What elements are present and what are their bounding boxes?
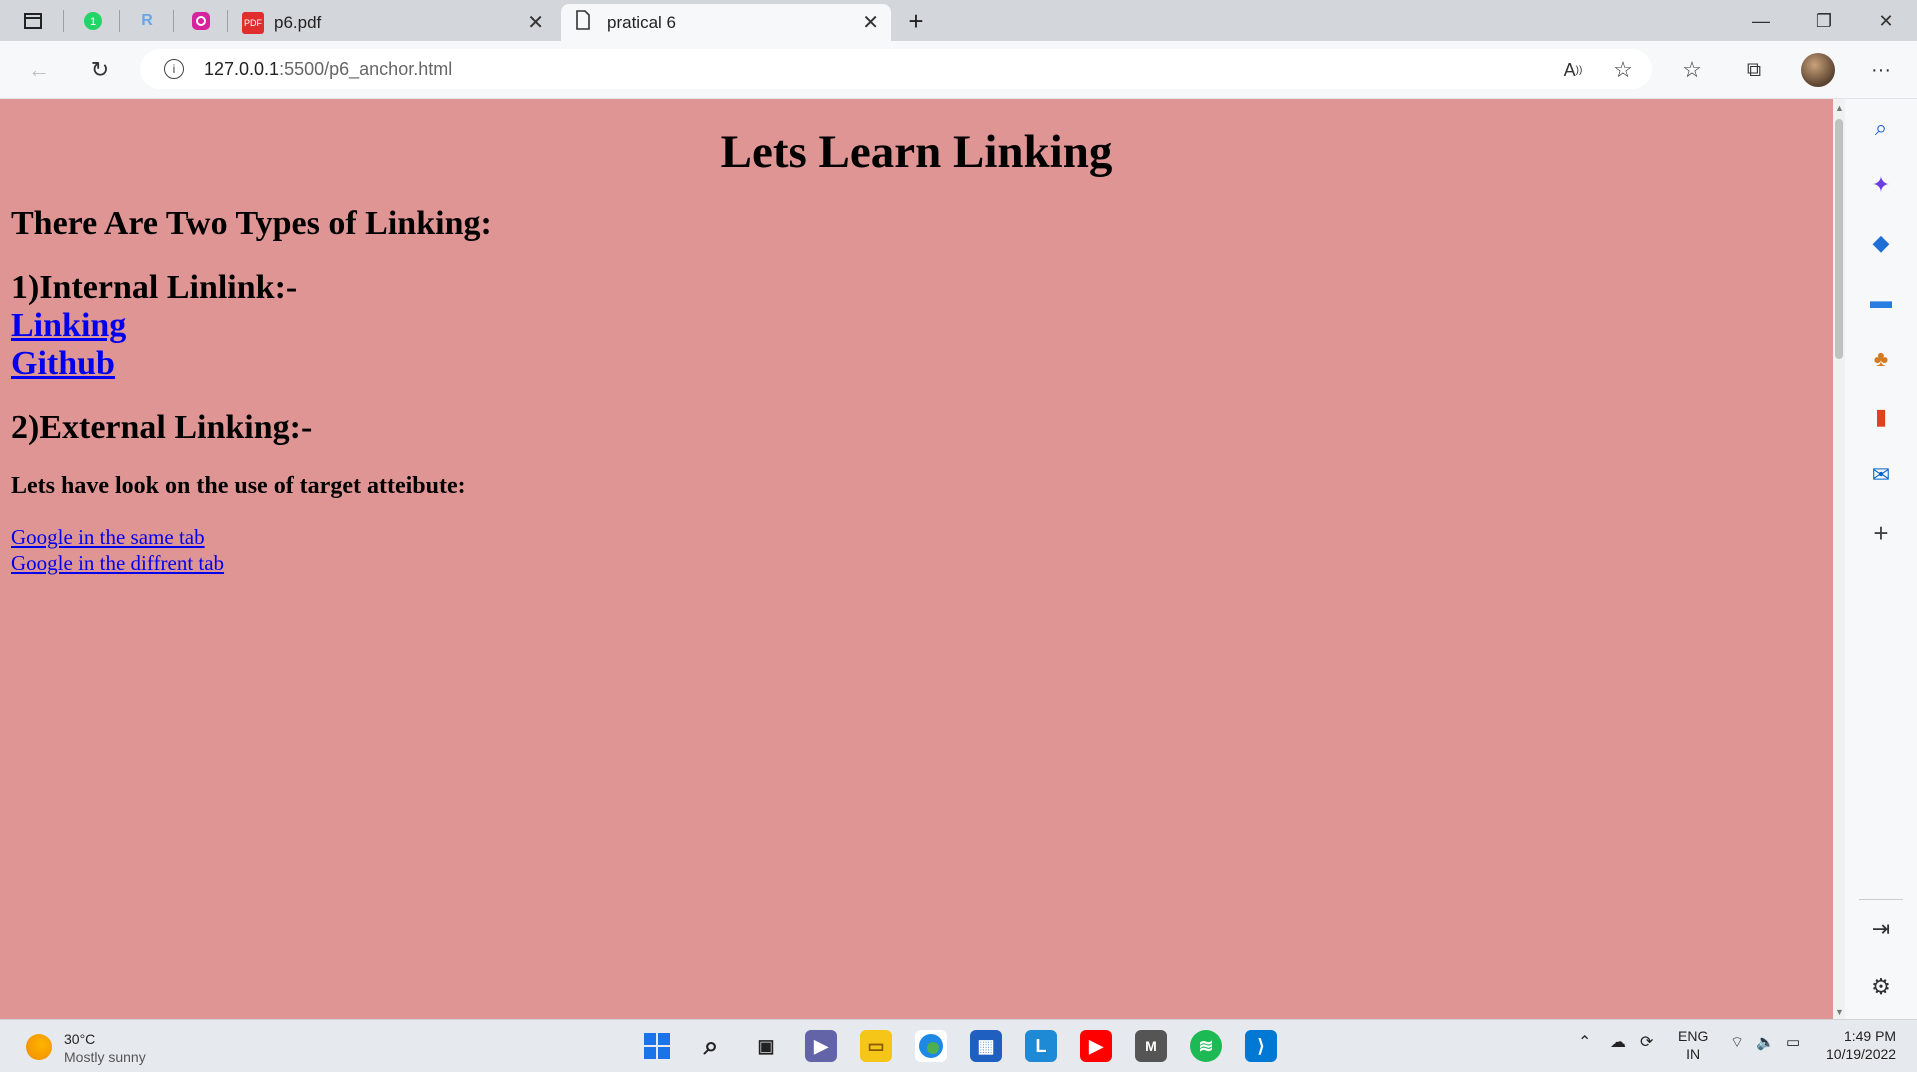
l-app-icon[interactable]: L	[1025, 1030, 1057, 1062]
edge-sidebar: ⌕ ✦ ◆ ▬ ♣ ▮ ✉ + ⇥ ⚙	[1845, 99, 1917, 1019]
edge-icon[interactable]	[915, 1030, 947, 1062]
task-view-icon[interactable]: ▣	[750, 1030, 782, 1062]
lang-line1: ENG	[1678, 1028, 1709, 1044]
sidebar-divider	[1859, 899, 1903, 900]
pinned-tab-whatsapp-icon[interactable]: 1	[80, 8, 106, 34]
search-icon[interactable]: ⌕	[1865, 112, 1897, 144]
restore-icon[interactable]: ❐	[1800, 6, 1848, 36]
taskbar: 30°C Mostly sunny ⌕ ▣ ▶ ▭ ▦ L ▶ M ≋ ⟩ ⌃ …	[0, 1019, 1917, 1072]
external-linking-heading: 2)External Linking:-	[11, 409, 313, 446]
vertical-scrollbar[interactable]: ▲ ▼	[1833, 99, 1845, 1019]
onedrive-icon[interactable]: ☁	[1610, 1034, 1626, 1052]
tools-icon[interactable]: ▬	[1865, 285, 1897, 317]
tab-label: p6.pdf	[274, 12, 322, 32]
copilot-icon[interactable]: ✦	[1865, 169, 1897, 201]
add-favorite-icon[interactable]: ☆	[1606, 53, 1640, 87]
weather-temp: 30°C	[64, 1031, 96, 1047]
read-aloud-icon[interactable]: A))	[1556, 53, 1590, 87]
scroll-down-icon[interactable]: ▼	[1835, 1007, 1844, 1017]
outlook-icon[interactable]: ✉	[1865, 459, 1897, 491]
m-app-icon[interactable]: M	[1135, 1030, 1167, 1062]
svg-text:1: 1	[90, 16, 96, 28]
youtube-icon[interactable]: ▶	[1080, 1030, 1112, 1062]
pdf-icon: PDF	[242, 11, 264, 34]
tab-separator	[63, 10, 64, 32]
battery-icon[interactable]: ▭	[1786, 1034, 1800, 1052]
clock[interactable]: 1:49 PM 10/19/2022	[1826, 1027, 1896, 1063]
teams-icon[interactable]: ▶	[805, 1030, 837, 1062]
close-tab-icon[interactable]: ✕	[862, 10, 879, 35]
target-attribute-heading: Lets have look on the use of target atte…	[11, 473, 466, 499]
store-icon[interactable]: ▦	[970, 1030, 1002, 1062]
link-github[interactable]: Github	[11, 345, 1822, 383]
page-title: Lets Learn Linking	[720, 126, 1113, 178]
tab-separator	[227, 10, 228, 32]
minimize-icon[interactable]: —	[1737, 6, 1785, 36]
more-menu-icon[interactable]: ···	[1864, 53, 1898, 87]
close-window-icon[interactable]: ✕	[1862, 6, 1910, 36]
add-sidebar-app-icon[interactable]: +	[1865, 517, 1897, 549]
pinned-tab-instagram-icon[interactable]	[188, 8, 214, 34]
sync-icon[interactable]: ⟳	[1640, 1034, 1653, 1052]
page-viewport: Lets Learn Linking There Are Two Types o…	[0, 99, 1833, 1019]
tab-strip: 1 R PDF p6.pdf ✕ pratical 6 ✕ + — ❐ ✕	[0, 0, 1917, 41]
spotify-icon[interactable]: ≋	[1190, 1030, 1222, 1062]
page-icon	[575, 10, 591, 35]
weather-icon[interactable]	[26, 1034, 52, 1060]
toolbar: ← ↻ i 127.0.0.1:5500/p6_anchor.html A)) …	[0, 41, 1917, 99]
wifi-icon[interactable]: ⌔	[1730, 1034, 1744, 1052]
avatar[interactable]	[1801, 53, 1835, 87]
shopping-icon[interactable]: ◆	[1865, 227, 1897, 259]
weather-desc: Mostly sunny	[64, 1049, 146, 1065]
scroll-up-icon[interactable]: ▲	[1835, 103, 1844, 113]
tab-actions-icon[interactable]	[20, 8, 46, 34]
site-info-icon[interactable]: i	[164, 59, 184, 79]
show-hidden-icons-icon[interactable]: ⌃	[1578, 1034, 1591, 1052]
language-indicator[interactable]: ENG IN	[1678, 1027, 1708, 1063]
tab-separator	[173, 10, 174, 32]
clock-date: 10/19/2022	[1826, 1046, 1897, 1062]
weather-widget[interactable]: 30°C Mostly sunny	[64, 1030, 146, 1066]
start-icon[interactable]	[641, 1030, 673, 1062]
volume-icon[interactable]: 🔈	[1756, 1034, 1775, 1052]
clock-time: 1:49 PM	[1843, 1028, 1897, 1044]
page-content: Lets Learn Linking There Are Two Types o…	[0, 125, 1833, 576]
link-google-same-tab[interactable]: Google in the same tab	[11, 524, 1822, 550]
vscode-icon[interactable]: ⟩	[1245, 1030, 1277, 1062]
office-icon[interactable]: ▮	[1865, 401, 1897, 433]
tab-separator	[119, 10, 120, 32]
search-taskbar-icon[interactable]: ⌕	[695, 1030, 727, 1062]
tab-pdf[interactable]: PDF p6.pdf ✕	[236, 4, 556, 41]
link-linking[interactable]: Linking	[11, 307, 1822, 345]
back-icon[interactable]: ←	[22, 53, 56, 87]
new-tab-icon[interactable]: +	[903, 6, 929, 36]
lang-line2: IN	[1686, 1046, 1701, 1062]
intro-heading: There Are Two Types of Linking:	[11, 205, 492, 242]
tab-label: pratical 6	[607, 12, 676, 32]
games-icon[interactable]: ♣	[1865, 343, 1897, 375]
scroll-thumb[interactable]	[1835, 119, 1843, 359]
internal-linking-heading: 1)Internal Linlink:-	[11, 269, 298, 306]
tab-pratical-6[interactable]: pratical 6 ✕	[561, 4, 891, 41]
favorites-icon[interactable]: ☆	[1675, 53, 1709, 87]
collections-icon[interactable]: ⧉	[1737, 53, 1771, 87]
file-explorer-icon[interactable]: ▭	[860, 1030, 892, 1062]
settings-icon[interactable]: ⚙	[1865, 971, 1897, 1003]
refresh-icon[interactable]: ↻	[83, 53, 117, 87]
address-bar[interactable]: i 127.0.0.1:5500/p6_anchor.html	[140, 49, 1652, 89]
link-google-different-tab[interactable]: Google in the diffrent tab	[11, 550, 1822, 576]
close-tab-icon[interactable]: ✕	[527, 10, 544, 35]
url-text: 127.0.0.1:5500/p6_anchor.html	[204, 58, 453, 79]
hide-sidebar-icon[interactable]: ⇥	[1865, 913, 1897, 945]
pinned-tab-r-icon[interactable]: R	[134, 8, 160, 34]
